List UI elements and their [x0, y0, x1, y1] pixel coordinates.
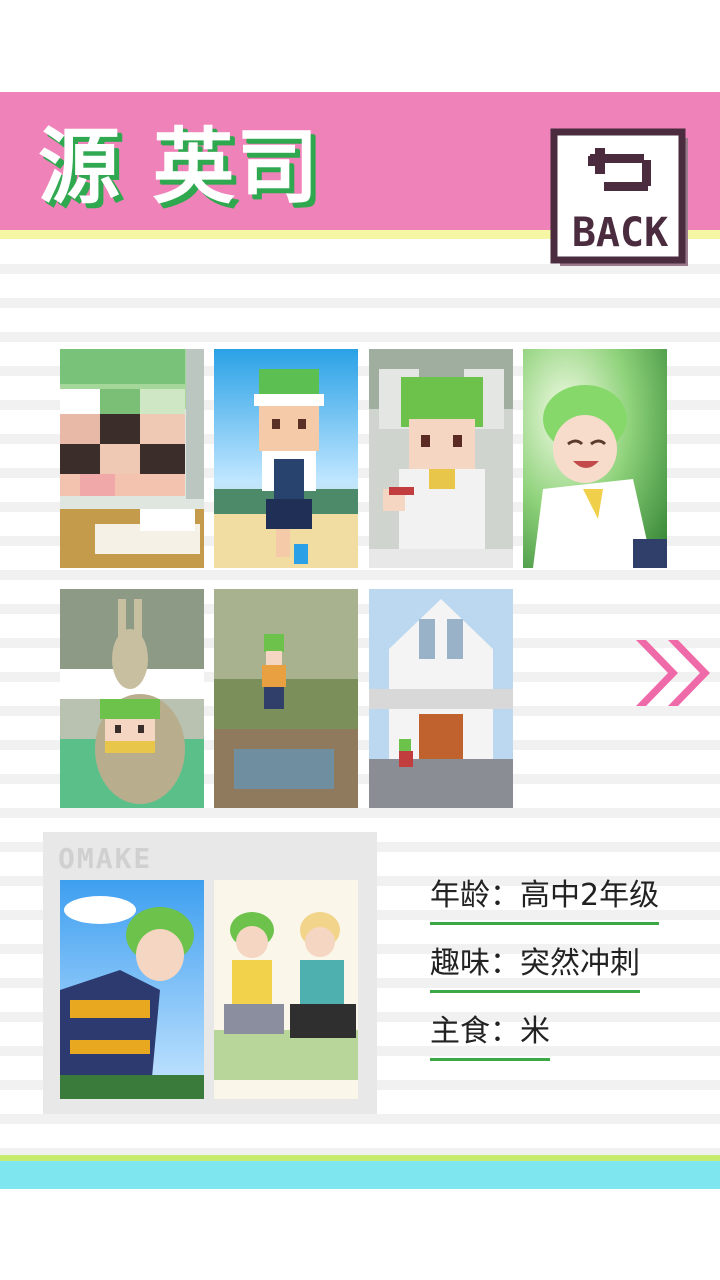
profile-row-age: 年龄：高中2年级 — [430, 876, 660, 925]
omake-item-1[interactable] — [60, 880, 204, 1099]
gallery-item-4[interactable] — [523, 349, 667, 568]
food-separator: ： — [490, 1014, 520, 1049]
back-button[interactable]: BACK — [550, 128, 690, 268]
hobby-value: 突然冲刺 — [520, 946, 640, 981]
next-page-button[interactable] — [634, 638, 714, 708]
food-label: 主食 — [430, 1014, 490, 1049]
age-label: 年龄 — [430, 878, 490, 913]
omake-item-2[interactable] — [214, 880, 358, 1099]
hobby-label: 趣味 — [430, 946, 490, 981]
back-label: BACK — [572, 210, 668, 256]
age-separator: ： — [490, 878, 520, 913]
gallery-item-2[interactable] — [214, 349, 358, 568]
gallery-item-6[interactable] — [214, 589, 358, 808]
character-name-title: 源 英司 — [38, 120, 321, 215]
gallery-item-5[interactable] — [60, 589, 204, 808]
footer-band — [0, 1161, 720, 1189]
profile-row-hobby: 趣味：突然冲刺 — [430, 944, 640, 993]
gallery-item-3[interactable] — [369, 349, 513, 568]
food-value: 米 — [520, 1014, 550, 1049]
double-chevron-right-icon — [636, 640, 710, 706]
hobby-separator: ： — [490, 946, 520, 981]
omake-label: OMAKE — [58, 842, 153, 875]
profile-row-food: 主食：米 — [430, 1012, 550, 1061]
gallery-item-1[interactable] — [60, 349, 204, 568]
age-value: 高中2年级 — [520, 878, 660, 913]
gallery-item-7[interactable] — [369, 589, 513, 808]
